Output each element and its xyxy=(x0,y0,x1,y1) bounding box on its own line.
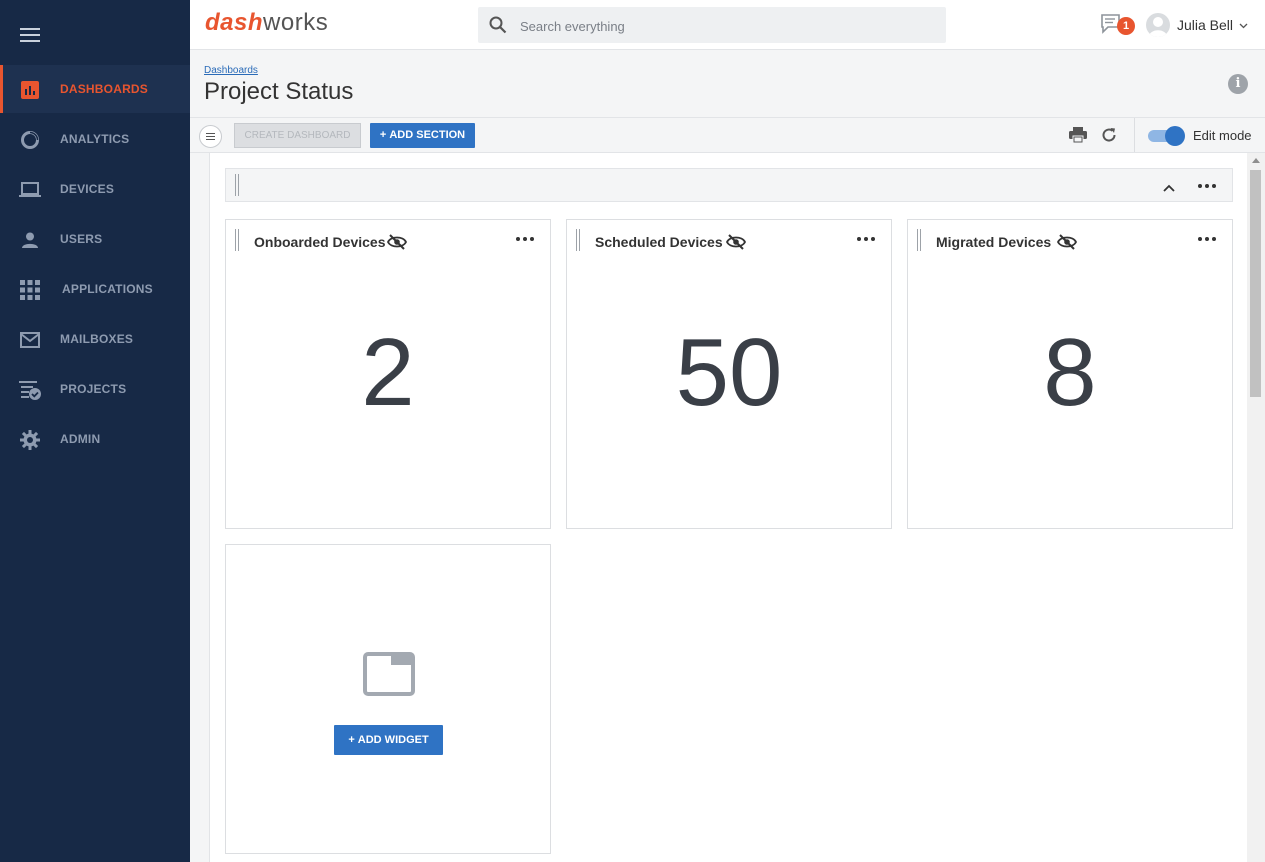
page-title: Project Status xyxy=(204,78,354,105)
widget-placeholder-icon xyxy=(363,652,415,701)
sidebar-item-admin[interactable]: ADMIN xyxy=(0,415,190,463)
widget-more-icon[interactable] xyxy=(516,237,534,241)
refresh-icon[interactable] xyxy=(1101,127,1117,148)
eye-off-icon[interactable] xyxy=(725,234,747,255)
notifications-button[interactable]: 1 xyxy=(1100,13,1136,39)
sidebar-item-mailboxes[interactable]: MAILBOXES xyxy=(0,315,190,363)
sidebar-item-analytics[interactable]: ANALYTICS xyxy=(0,115,190,163)
user-menu[interactable]: Julia Bell xyxy=(1146,12,1248,38)
add-widget-label: ADD WIDGET xyxy=(357,734,429,746)
sidebar-item-label: DASHBOARDS xyxy=(60,82,149,96)
section-menu-button[interactable] xyxy=(199,125,222,148)
add-section-button[interactable]: + ADD SECTION xyxy=(370,123,475,148)
vertical-scrollbar[interactable] xyxy=(1247,153,1265,862)
hamburger-menu-icon[interactable] xyxy=(20,28,40,42)
widget-drag-handle[interactable] xyxy=(917,229,921,251)
search-bar xyxy=(478,7,946,45)
section-drag-handle[interactable] xyxy=(235,174,239,196)
widget-more-icon[interactable] xyxy=(857,237,875,241)
top-bar: dashworks 1 Julia Bell xyxy=(190,0,1265,50)
add-widget-button[interactable]: + ADD WIDGET xyxy=(334,725,443,755)
grid-icon xyxy=(19,279,41,301)
page-header: Dashboards Project Status i xyxy=(190,50,1265,118)
laptop-icon xyxy=(19,179,41,201)
logo-text-works: works xyxy=(263,9,329,36)
widget-value: 8 xyxy=(1043,319,1097,426)
scrollbar-thumb[interactable] xyxy=(1250,170,1261,397)
envelope-icon xyxy=(19,329,41,351)
widget-value: 2 xyxy=(361,319,415,426)
plus-icon: + xyxy=(379,129,390,141)
eye-off-icon[interactable] xyxy=(1056,234,1078,255)
sidebar-item-devices[interactable]: DEVICES xyxy=(0,165,190,213)
chevron-down-icon xyxy=(1239,16,1248,34)
checklist-icon xyxy=(19,379,41,401)
content-gutter xyxy=(190,153,210,862)
scroll-up-arrow-icon[interactable] xyxy=(1252,158,1260,163)
gear-icon xyxy=(19,429,41,451)
avatar xyxy=(1146,13,1170,37)
section-header xyxy=(225,168,1233,202)
plus-icon: + xyxy=(348,734,358,746)
add-section-label: ADD SECTION xyxy=(389,129,466,141)
widget-drag-handle[interactable] xyxy=(235,229,239,251)
widget-drag-handle[interactable] xyxy=(576,229,580,251)
search-input[interactable] xyxy=(518,7,932,45)
breadcrumb[interactable]: Dashboards xyxy=(204,65,258,76)
widget-title: Onboarded Devices xyxy=(254,234,386,250)
app-logo[interactable]: dashworks xyxy=(205,9,328,37)
widget-title: Migrated Devices xyxy=(936,234,1052,250)
widget-value: 50 xyxy=(675,319,783,426)
sidebar-item-label: ANALYTICS xyxy=(60,132,130,146)
logo-text-dash: dash xyxy=(205,9,264,36)
widget-card: Migrated Devices 8 xyxy=(907,219,1233,529)
sidebar-item-label: APPLICATIONS xyxy=(62,282,153,296)
edit-mode-label: Edit mode xyxy=(1193,128,1252,143)
sidebar: DASHBOARDS ANALYTICS DEVICES USERS APPLI… xyxy=(0,0,190,862)
sidebar-item-label: PROJECTS xyxy=(60,382,127,396)
sidebar-item-label: MAILBOXES xyxy=(60,332,134,346)
sidebar-item-projects[interactable]: PROJECTS xyxy=(0,365,190,413)
widget-card: Scheduled Devices 50 xyxy=(566,219,892,529)
toolbar: CREATE DASHBOARD + ADD SECTION Edit mode xyxy=(190,118,1265,153)
print-icon[interactable] xyxy=(1069,127,1087,148)
sidebar-item-dashboards[interactable]: DASHBOARDS xyxy=(0,65,190,113)
sidebar-item-label: USERS xyxy=(60,232,103,246)
info-icon[interactable]: i xyxy=(1228,74,1248,94)
sidebar-item-applications[interactable]: APPLICATIONS xyxy=(0,265,190,313)
eye-off-icon[interactable] xyxy=(386,234,408,255)
sidebar-item-label: DEVICES xyxy=(60,182,115,196)
notification-badge: 1 xyxy=(1117,17,1135,35)
bar-chart-icon xyxy=(19,79,41,101)
sidebar-item-label: ADMIN xyxy=(60,432,101,446)
toolbar-divider xyxy=(1134,118,1135,152)
donut-icon xyxy=(19,129,41,151)
add-widget-card: + ADD WIDGET xyxy=(225,544,551,854)
chevron-up-icon[interactable] xyxy=(1163,179,1175,197)
sidebar-item-users[interactable]: USERS xyxy=(0,215,190,263)
create-dashboard-button: CREATE DASHBOARD xyxy=(234,123,361,148)
widget-card: Onboarded Devices 2 xyxy=(225,219,551,529)
widget-title: Scheduled Devices xyxy=(595,234,723,250)
person-icon xyxy=(19,229,41,251)
search-icon xyxy=(489,16,507,39)
user-name: Julia Bell xyxy=(1177,17,1234,33)
widget-more-icon[interactable] xyxy=(1198,237,1216,241)
edit-mode-toggle[interactable] xyxy=(1148,126,1185,146)
section-more-icon[interactable] xyxy=(1198,184,1216,188)
